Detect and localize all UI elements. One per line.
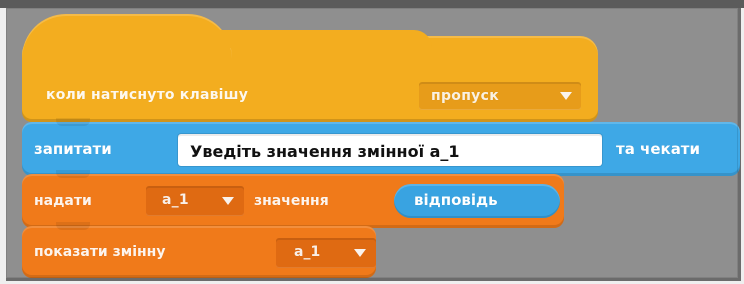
show-variable-dropdown[interactable]: а_1 xyxy=(276,238,376,268)
when-key-pressed-label: коли натиснуто клавішу xyxy=(46,87,249,103)
block-notch xyxy=(56,170,90,178)
chevron-down-icon xyxy=(354,249,366,257)
set-variable-value: а_1 xyxy=(162,192,189,208)
ask-wait-label: та чекати xyxy=(616,140,701,158)
ask-and-wait-block[interactable]: запитати Уведіть значення змінної а_1 та… xyxy=(22,118,740,176)
block-notch xyxy=(56,222,90,230)
set-label: надати xyxy=(34,193,92,209)
hat-cap-extension xyxy=(212,30,432,48)
chevron-down-icon xyxy=(560,92,572,100)
show-variable-label: показати змінну xyxy=(34,244,166,260)
show-variable-block[interactable]: показати змінну а_1 xyxy=(22,222,376,278)
set-value-label: значення xyxy=(254,193,329,209)
chevron-down-icon xyxy=(222,197,234,205)
show-variable-value: а_1 xyxy=(294,244,321,260)
ask-prompt-text: Уведіть значення змінної а_1 xyxy=(190,142,460,161)
block-notch xyxy=(56,118,90,126)
ask-label: запитати xyxy=(34,140,112,158)
set-variable-dropdown[interactable]: а_1 xyxy=(146,186,244,216)
key-dropdown-value: пропуск xyxy=(431,88,500,104)
when-key-pressed-block[interactable]: коли натиснуто клавішу пропуск xyxy=(22,14,598,122)
key-dropdown[interactable]: пропуск xyxy=(419,82,581,110)
set-variable-block[interactable]: надати а_1 значення відповідь xyxy=(22,170,564,228)
scratch-canvas-frame: коли натиснуто клавішу пропуск запитати … xyxy=(0,0,744,284)
ask-prompt-input[interactable]: Уведіть значення змінної а_1 xyxy=(178,134,602,166)
top-divider xyxy=(0,0,744,8)
answer-reporter[interactable]: відповідь xyxy=(394,184,560,218)
script-area: коли натиснуто клавішу пропуск запитати … xyxy=(6,8,741,281)
answer-reporter-label: відповідь xyxy=(414,191,498,209)
hat-cap xyxy=(22,14,232,58)
